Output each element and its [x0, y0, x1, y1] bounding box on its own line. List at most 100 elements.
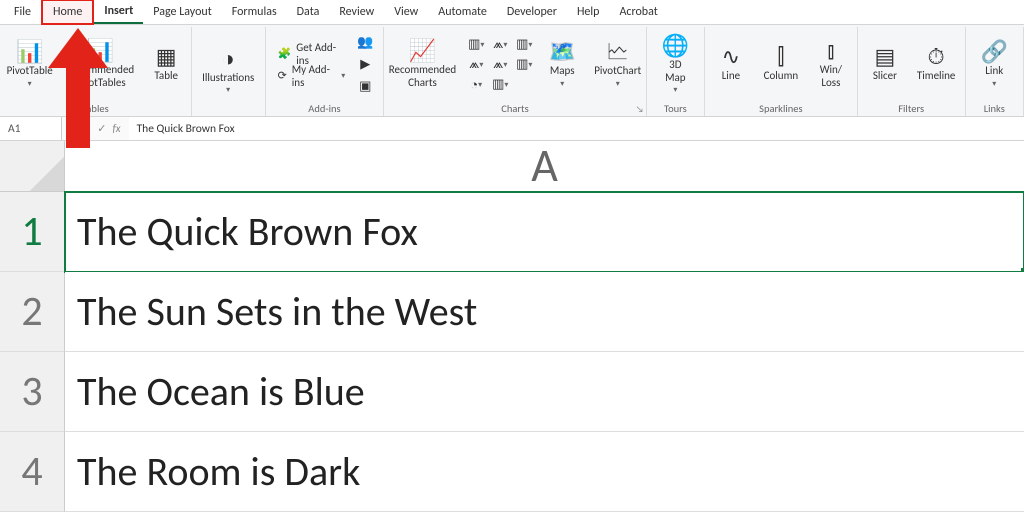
3d-map-label: 3D Map	[665, 59, 685, 84]
cancel-formula-icon[interactable]: ✕	[82, 122, 91, 135]
group-tours: 3D Map ▾ Tours	[647, 27, 705, 116]
group-links: Link ▾ Links	[966, 27, 1024, 116]
visio-addin-button[interactable]	[355, 77, 375, 97]
illustrations-button[interactable]: Illustrations ▾	[198, 37, 258, 105]
tab-home[interactable]: Home	[41, 0, 94, 25]
tab-developer[interactable]: Developer	[497, 1, 567, 23]
sparkline-column-label: Column	[764, 70, 799, 83]
row-header-2[interactable]: 2	[0, 272, 65, 352]
group-sparklines: Line Column Win/ Loss Sparklines	[705, 27, 858, 116]
column-header-A[interactable]: A	[65, 141, 1024, 192]
grid-header-row: A	[0, 141, 1024, 192]
3d-map-button[interactable]: 3D Map ▾	[653, 31, 697, 99]
sparkline-winloss-button[interactable]: Win/ Loss	[809, 31, 853, 99]
hierarchy-chart-button[interactable]: ▾	[466, 55, 486, 75]
pivotchart-label: PivotChart	[594, 65, 641, 78]
sparkline-column-button[interactable]: Column	[759, 31, 803, 99]
tab-page-layout[interactable]: Page Layout	[143, 1, 221, 23]
tab-data[interactable]: Data	[287, 1, 330, 23]
group-sparklines-label: Sparklines	[759, 100, 802, 115]
recommended-pivottables-button[interactable]: Recommended PivotTables	[63, 31, 138, 99]
my-addins-button[interactable]: My Add-ins ▾	[274, 65, 350, 87]
select-all-corner[interactable]	[0, 141, 65, 192]
formula-bar: A1 ▾ ✕ ✓ fx The Quick Brown Fox	[0, 117, 1024, 141]
grid-row-3: 3 The Ocean is Blue	[0, 352, 1024, 432]
cell-A3[interactable]: The Ocean is Blue	[65, 352, 1024, 432]
tab-file[interactable]: File	[4, 1, 41, 23]
illustrations-label: Illustrations	[202, 72, 254, 85]
group-charts-label: Charts	[501, 100, 528, 115]
sparkline-line-label: Line	[722, 70, 740, 83]
get-addins-button[interactable]: Get Add-ins	[274, 43, 350, 65]
table-button[interactable]: Table	[144, 31, 188, 99]
sparkline-line-button[interactable]: Line	[709, 31, 753, 99]
timeline-button[interactable]: Timeline	[913, 31, 959, 99]
combo-chart-button[interactable]: ▾	[514, 55, 534, 75]
ribbon-tabs: File Home Insert Page Layout Formulas Da…	[0, 0, 1024, 25]
get-addins-icon	[278, 47, 292, 60]
chevron-down-icon: ▾	[616, 80, 620, 88]
scatter-chart-button[interactable]: ▾	[490, 55, 510, 75]
pie-chart-button[interactable]: ▾	[466, 75, 486, 95]
cell-A4[interactable]: The Room is Dark	[65, 432, 1024, 512]
chevron-down-icon: ▾	[28, 80, 32, 88]
pivot-table-button[interactable]: PivotTable ▾	[3, 31, 57, 99]
fx-icon[interactable]: fx	[112, 122, 120, 135]
waterfall-chart-button[interactable]: ▾	[514, 35, 534, 55]
maps-label: Maps	[550, 65, 575, 78]
group-tables-label: Tables	[82, 100, 109, 115]
maps-icon	[549, 41, 576, 63]
bar-chart-button[interactable]: ▾	[490, 75, 510, 95]
group-filters: Slicer Timeline Filters	[858, 27, 966, 116]
tab-help[interactable]: Help	[567, 1, 610, 23]
row-header-3[interactable]: 3	[0, 352, 65, 432]
link-label: Link	[985, 65, 1003, 78]
name-box-dropdown[interactable]: ▾	[62, 125, 74, 133]
pivotchart-icon	[607, 41, 629, 63]
row-header-1[interactable]: 1	[0, 192, 65, 272]
link-button[interactable]: Link ▾	[972, 31, 1016, 99]
confirm-formula-icon[interactable]: ✓	[97, 122, 106, 135]
my-addins-label: My Add-ins	[292, 63, 337, 89]
timeline-icon	[928, 46, 945, 68]
recommended-pivottables-label: Recommended PivotTables	[67, 64, 134, 89]
grid-row-1: 1 The Quick Brown Fox	[0, 192, 1024, 272]
group-tables: PivotTable ▾ Recommended PivotTables Tab…	[0, 27, 192, 116]
grid-row-2: 2 The Sun Sets in the West	[0, 272, 1024, 352]
table-label: Table	[154, 70, 178, 83]
tab-insert[interactable]: Insert	[94, 0, 143, 24]
recommended-pivottables-icon	[87, 40, 114, 62]
3d-map-icon	[662, 35, 689, 57]
group-tours-label: Tours	[664, 100, 687, 115]
line-chart-button[interactable]: ▾	[490, 35, 510, 55]
column-chart-button[interactable]: ▾	[466, 35, 486, 55]
table-icon	[156, 46, 177, 68]
tab-automate[interactable]: Automate	[428, 1, 497, 23]
maps-button[interactable]: Maps ▾	[540, 31, 584, 99]
slicer-icon	[875, 46, 896, 68]
grid-row-4: 4 The Room is Dark	[0, 432, 1024, 512]
cell-A2[interactable]: The Sun Sets in the West	[65, 272, 1024, 352]
illustrations-icon	[222, 48, 235, 70]
group-illustrations: Illustrations ▾	[192, 27, 266, 116]
recommended-charts-button[interactable]: Recommended Charts	[385, 31, 460, 99]
tab-view[interactable]: View	[384, 1, 428, 23]
tab-acrobat[interactable]: Acrobat	[609, 1, 667, 23]
pivotchart-button[interactable]: PivotChart ▾	[590, 31, 645, 99]
group-addins: Get Add-ins My Add-ins ▾ Add-ins	[266, 27, 385, 116]
link-icon	[981, 41, 1008, 63]
bing-maps-addin-button[interactable]	[355, 55, 375, 75]
tab-formulas[interactable]: Formulas	[222, 1, 287, 23]
group-addins-label: Add-ins	[308, 100, 340, 115]
chevron-down-icon: ▾	[341, 72, 345, 80]
formula-input[interactable]: The Quick Brown Fox	[129, 117, 1024, 140]
slicer-button[interactable]: Slicer	[863, 31, 907, 99]
row-header-4[interactable]: 4	[0, 432, 65, 512]
group-charts: Recommended Charts ▾ ▾ ▾ ▾ ▾ ▾ ▾ ▾	[384, 27, 646, 116]
sparkline-line-icon	[722, 46, 740, 68]
people-graph-addin-button[interactable]	[355, 33, 375, 53]
cell-A1[interactable]: The Quick Brown Fox	[65, 192, 1024, 272]
tab-review[interactable]: Review	[329, 1, 384, 23]
name-box[interactable]: A1	[0, 117, 62, 140]
charts-launcher[interactable]: ↘	[636, 104, 644, 115]
